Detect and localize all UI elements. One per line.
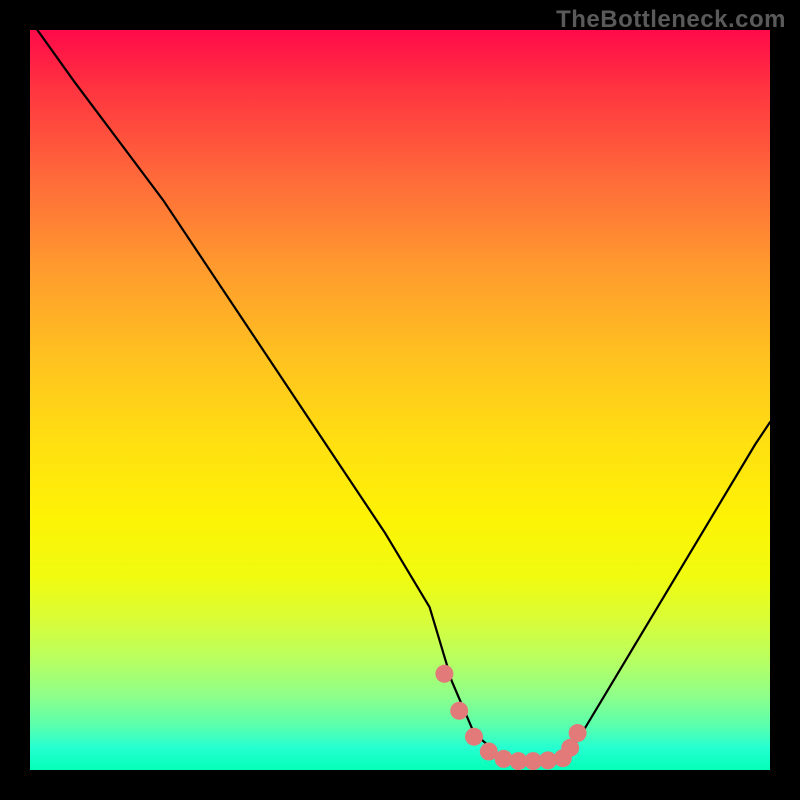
chart-frame: TheBottleneck.com: [0, 0, 800, 800]
highlight-dot: [569, 724, 587, 742]
bottleneck-curve: [37, 30, 770, 761]
curve-layer: [30, 30, 770, 770]
plot-area: [30, 30, 770, 770]
highlight-dot: [450, 702, 468, 720]
highlight-dot: [435, 665, 453, 683]
highlight-dot: [465, 728, 483, 746]
highlight-dots: [435, 665, 586, 770]
